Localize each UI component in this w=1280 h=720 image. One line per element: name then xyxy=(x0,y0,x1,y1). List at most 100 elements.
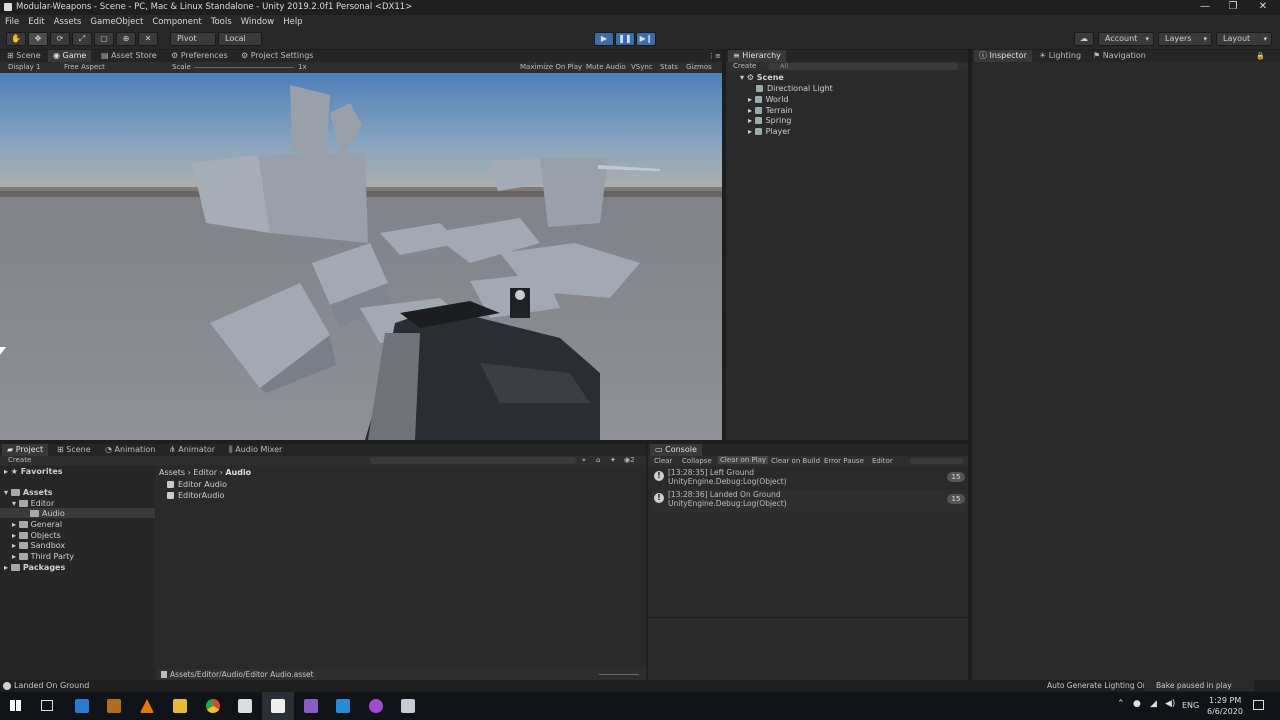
hierarchy-scene-root[interactable]: ▾ ⚙ Scene xyxy=(740,73,784,82)
tab-navigation[interactable]: ⚑ Navigation xyxy=(1088,50,1151,62)
breadcrumb-audio[interactable]: Audio xyxy=(225,468,251,477)
network-icon[interactable]: ◢ xyxy=(1150,699,1157,709)
microphone-icon[interactable]: ● xyxy=(1133,699,1141,709)
console-search-input[interactable] xyxy=(910,458,964,464)
menu-component[interactable]: Component xyxy=(152,17,201,27)
console-editor-dropdown[interactable]: Editor xyxy=(872,457,893,465)
custom-tool-icon[interactable]: ✕ xyxy=(138,32,158,46)
rotate-tool-icon[interactable]: ⟳ xyxy=(50,32,70,46)
file-explorer-icon[interactable] xyxy=(173,699,187,713)
project-folder-objects[interactable]: ▸ Objects xyxy=(12,531,61,540)
play-button[interactable]: ▶ xyxy=(594,32,614,46)
gizmos-dropdown[interactable]: Gizmos xyxy=(686,63,712,71)
lock-icon[interactable]: 🔒 xyxy=(1256,52,1265,60)
tab-lighting[interactable]: ☀ Lighting xyxy=(1034,50,1086,62)
project-folder-sandbox[interactable]: ▸ Sandbox xyxy=(12,541,65,550)
tag-icon[interactable]: ⌂ xyxy=(596,456,600,464)
hierarchy-item-spring[interactable]: ▸ Spring xyxy=(748,116,791,125)
tab-game[interactable]: ◉ Game xyxy=(48,50,92,62)
menu-tools[interactable]: Tools xyxy=(211,17,232,27)
minimize-button[interactable]: — xyxy=(1190,0,1220,15)
visual-studio-icon[interactable] xyxy=(304,699,318,713)
maximize-button[interactable]: ❐ xyxy=(1218,0,1248,15)
project-file[interactable]: EditorAudio xyxy=(167,491,224,500)
cloud-icon[interactable]: ☁ xyxy=(1074,32,1094,46)
project-create-dropdown[interactable]: Create xyxy=(8,456,31,464)
tray-chevron-up-icon[interactable]: ⌃ xyxy=(1117,699,1125,709)
tab-scene[interactable]: ⊞ Scene xyxy=(2,50,46,62)
game-viewport[interactable] xyxy=(0,73,722,440)
unity-editor-icon[interactable] xyxy=(271,699,285,713)
console-error-pause-toggle[interactable]: Error Pause xyxy=(824,457,864,465)
project-search-input[interactable] xyxy=(370,457,576,464)
hidden-count-badge[interactable]: ◉2 xyxy=(624,456,635,464)
windows-start-icon[interactable] xyxy=(10,700,21,711)
hierarchy-item-player[interactable]: ▸ Player xyxy=(748,127,790,136)
app-icon[interactable] xyxy=(107,699,121,713)
menu-assets[interactable]: Assets xyxy=(54,17,82,27)
project-packages[interactable]: ▸ Packages xyxy=(4,563,65,572)
breadcrumb-editor[interactable]: Editor xyxy=(193,468,217,477)
close-button[interactable]: ✕ xyxy=(1248,0,1278,15)
tab-hierarchy[interactable]: ≡ Hierarchy xyxy=(728,50,786,62)
console-log-entry[interactable]: ! [13:28:36] Landed On Ground UnityEngin… xyxy=(652,490,967,512)
notifications-icon[interactable] xyxy=(1253,700,1264,710)
recording-app-icon[interactable] xyxy=(369,699,383,713)
tab-console[interactable]: ▭ Console xyxy=(650,444,702,456)
icon-size-slider[interactable] xyxy=(599,674,639,675)
console-clear-on-build-toggle[interactable]: Clear on Build xyxy=(771,457,820,465)
project-folder-audio[interactable]: Audio xyxy=(30,509,65,518)
vsync-toggle[interactable]: VSync xyxy=(631,63,653,71)
console-clear-button[interactable]: Clear xyxy=(654,457,672,465)
tab-audio-mixer[interactable]: ⫼ Audio Mixer xyxy=(224,444,287,456)
hierarchy-item-world[interactable]: ▸ World xyxy=(748,95,789,104)
tab-inspector[interactable]: ⓘ Inspector xyxy=(974,50,1032,62)
stats-toggle[interactable]: Stats xyxy=(660,63,678,71)
project-folder-editor[interactable]: ▾ Editor xyxy=(12,499,54,508)
vlc-icon[interactable] xyxy=(140,699,154,713)
project-file[interactable]: Editor Audio xyxy=(167,480,227,489)
display-dropdown[interactable]: Display 1 xyxy=(8,63,40,71)
status-lighting[interactable]: Auto Generate Lighting On xyxy=(1047,681,1148,690)
pivot-toggle[interactable]: Pivot xyxy=(170,32,216,46)
project-folder-general[interactable]: ▸ General xyxy=(12,520,62,529)
local-toggle[interactable]: Local xyxy=(218,32,262,46)
tab-preferences[interactable]: ⚙ Preferences xyxy=(166,50,233,62)
pause-button[interactable]: ❚❚ xyxy=(615,32,635,46)
language-indicator[interactable]: ENG xyxy=(1182,701,1199,710)
project-assets[interactable]: ▾ Assets xyxy=(4,488,53,497)
tab-animator[interactable]: ⋔ Animator xyxy=(164,444,220,456)
aspect-dropdown[interactable]: Free Aspect xyxy=(64,63,105,71)
menu-file[interactable]: File xyxy=(5,17,19,27)
panel-menu-icon[interactable]: ⋮≡ xyxy=(708,52,721,60)
window-app-icon[interactable] xyxy=(401,699,415,713)
account-dropdown[interactable]: Account ▾ xyxy=(1098,32,1154,46)
vscode-icon[interactable] xyxy=(336,699,350,713)
menu-gameobject[interactable]: GameObject xyxy=(90,17,143,27)
menu-window[interactable]: Window xyxy=(241,17,275,27)
layout-dropdown[interactable]: Layout ▾ xyxy=(1216,32,1272,46)
volume-icon[interactable]: ◀) xyxy=(1165,699,1175,709)
breadcrumb-assets[interactable]: Assets xyxy=(159,468,185,477)
task-view-icon[interactable] xyxy=(41,700,53,711)
hierarchy-search-input[interactable]: All xyxy=(768,62,958,70)
clock-time[interactable]: 1:29 PM xyxy=(1209,696,1241,705)
hierarchy-item-terrain[interactable]: ▸ Terrain xyxy=(748,106,793,115)
console-clear-on-play-toggle[interactable]: Clear on Play xyxy=(718,456,769,464)
hierarchy-item-directional-light[interactable]: Directional Light xyxy=(756,84,833,93)
filter-icon[interactable]: ⌖ xyxy=(582,456,586,465)
layers-dropdown[interactable]: Layers ▾ xyxy=(1158,32,1212,46)
console-log-entry[interactable]: ! [13:28:35] Left Ground UnityEngine.Deb… xyxy=(652,468,967,490)
step-button[interactable]: ▶❙ xyxy=(636,32,656,46)
chrome-icon[interactable] xyxy=(206,699,220,713)
unity-hub-icon[interactable] xyxy=(238,699,252,713)
star-icon[interactable]: ✦ xyxy=(610,456,616,464)
tab-project[interactable]: ▰ Project xyxy=(2,444,49,456)
project-favorites[interactable]: ▸ ★ Favorites xyxy=(4,467,63,476)
hand-tool-icon[interactable]: ✋ xyxy=(6,32,26,46)
store-icon[interactable] xyxy=(75,699,89,713)
tab-animation[interactable]: ◔ Animation xyxy=(100,444,160,456)
mute-audio-toggle[interactable]: Mute Audio xyxy=(586,63,626,71)
hierarchy-create-dropdown[interactable]: Create xyxy=(733,62,756,70)
menu-help[interactable]: Help xyxy=(283,17,302,27)
